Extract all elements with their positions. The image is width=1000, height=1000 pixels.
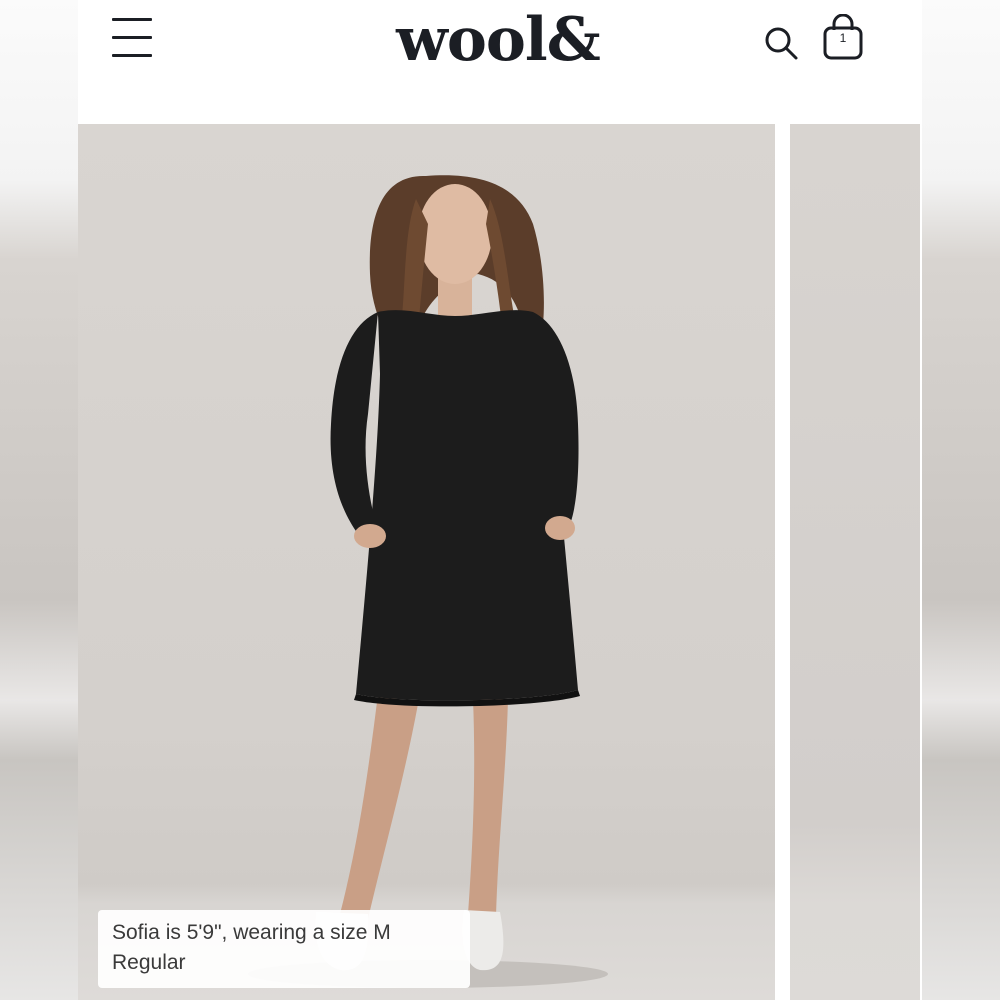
search-button[interactable] bbox=[762, 20, 802, 64]
product-image-gallery: Sofia is 5'9", wearing a size M Regular bbox=[78, 124, 922, 1000]
right-blurred-edge bbox=[920, 0, 1000, 1000]
product-image-main[interactable]: Sofia is 5'9", wearing a size M Regular bbox=[78, 124, 775, 1000]
model-size-caption: Sofia is 5'9", wearing a size M Regular bbox=[98, 910, 470, 988]
hamburger-menu-icon bbox=[112, 18, 152, 21]
brand-logo[interactable]: wool& bbox=[378, 2, 618, 78]
hamburger-menu-icon-line bbox=[112, 36, 152, 39]
caption-line-1: Sofia is 5'9", wearing a size M bbox=[112, 921, 391, 944]
hamburger-menu-icon-line bbox=[112, 54, 152, 57]
site-header: wool& 1 bbox=[78, 0, 922, 124]
model-photo bbox=[248, 175, 608, 988]
product-page: wool& 1 Sofia is 5'9", wearing a size M … bbox=[78, 0, 922, 1000]
product-image-next-preview[interactable] bbox=[790, 124, 920, 1000]
cart-count-badge: 1 bbox=[839, 31, 847, 45]
menu-button[interactable] bbox=[110, 16, 154, 60]
cart-button[interactable]: 1 bbox=[820, 13, 866, 62]
caption-line-2: Regular bbox=[112, 951, 186, 974]
left-blurred-edge bbox=[0, 0, 78, 1000]
search-icon bbox=[765, 27, 798, 60]
